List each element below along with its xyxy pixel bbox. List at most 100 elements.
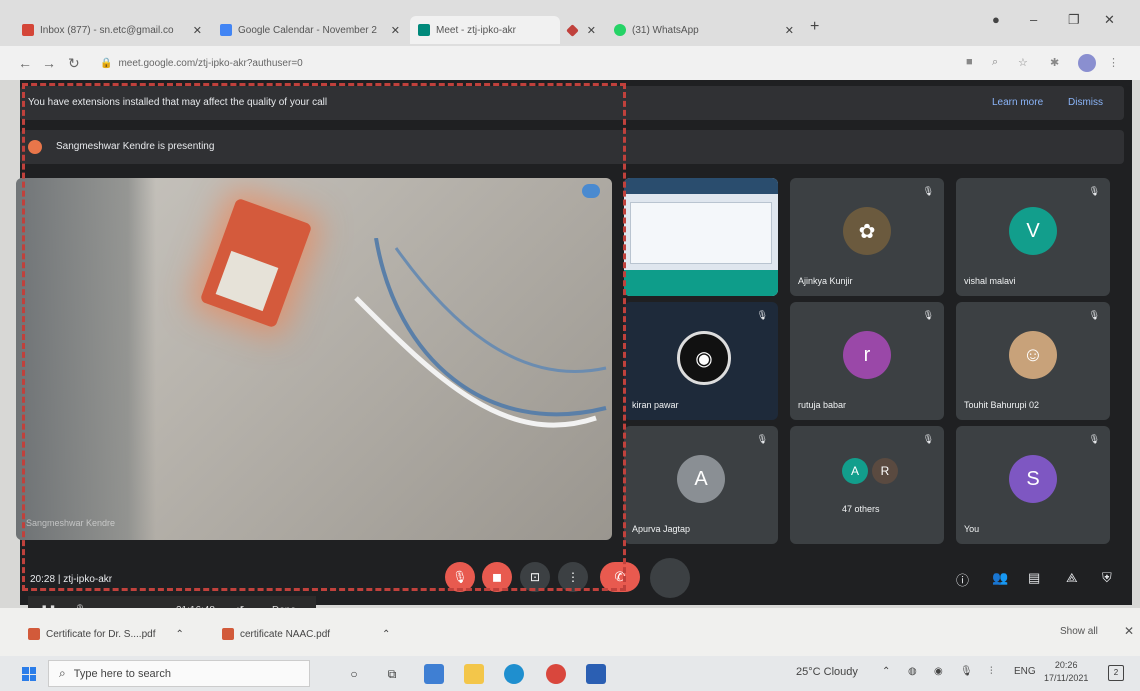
close-downloads-icon[interactable]: ✕ [1124, 624, 1134, 638]
search-placeholder: Type here to search [73, 667, 171, 680]
participant-tile[interactable]: 🎙 A Apurva Jagtap [624, 426, 778, 544]
task-view-icon[interactable]: ⧉ [382, 664, 402, 684]
zoom-icon[interactable]: ⌕ [992, 56, 998, 69]
windows-start-icon[interactable] [22, 667, 36, 681]
video-background [16, 178, 156, 540]
dismiss-button[interactable]: Dismiss [1068, 97, 1103, 108]
participant-tile-screen[interactable] [624, 178, 778, 296]
edge-icon[interactable] [504, 664, 524, 684]
main-video-feed[interactable]: Sangmeshwar Kendre [16, 178, 612, 540]
close-tab-icon[interactable]: ✕ [785, 24, 794, 37]
mic-off-icon: 🎙 [1088, 310, 1100, 320]
meeting-code: ztj-ipko-akr [63, 574, 113, 585]
url-text: meet.google.com/ztj-ipko-akr?authuser=0 [118, 57, 303, 69]
pdf-file-icon [28, 628, 40, 640]
show-all-button[interactable]: Show all [1060, 626, 1098, 637]
learn-more-link[interactable]: Learn more [992, 97, 1043, 108]
download-filename: certificate NAAC.pdf [240, 628, 331, 640]
forward-icon[interactable]: → [42, 55, 56, 71]
reactions-button[interactable] [650, 558, 690, 598]
mic-off-icon: 🎙 [756, 434, 768, 444]
taskbar-search[interactable]: ⌕ Type here to search [48, 660, 310, 687]
pdf-file-icon [222, 628, 234, 640]
word-icon[interactable] [586, 664, 606, 684]
tab-whatsapp[interactable]: (31) WhatsApp ✕ [606, 16, 802, 44]
meet-icon [418, 24, 430, 36]
meeting-info: 20:28 | ztj-ipko-akr [30, 574, 112, 585]
tab-strip: Inbox (877) - sn.etc@gmail.co ✕ Google C… [0, 0, 1140, 46]
cortana-icon[interactable]: ○ [344, 664, 364, 684]
profile-dot-icon[interactable]: ● [992, 12, 1000, 27]
close-window-icon[interactable]: ✕ [1104, 12, 1115, 28]
participant-tile[interactable]: 🎙 ◉ kiran pawar [624, 302, 778, 420]
download-item[interactable]: certificate NAAC.pdf ⌃ [222, 628, 390, 640]
star-icon[interactable]: ☆ [1018, 56, 1028, 69]
clock-date: 17/11/2021 [1044, 673, 1089, 683]
obs-logo-icon: ◉ [677, 331, 731, 385]
participant-tile[interactable]: 🎙 ✿ Ajinkya Kunjir [790, 178, 944, 296]
end-call-button[interactable]: ✆ [600, 562, 640, 592]
more-options-button[interactable]: ⋮ [558, 562, 588, 592]
chevron-up-icon[interactable]: ⌃ [882, 666, 890, 677]
participant-tile[interactable]: 🎙 r rutuja babar [790, 302, 944, 420]
presenting-text: Sangmeshwar Kendre is presenting [56, 141, 215, 152]
chat-icon[interactable]: ▤ [1028, 570, 1040, 586]
mic-toggle-button[interactable]: 🎙 [445, 562, 475, 592]
participant-tile-self[interactable]: 🎙 S You [956, 426, 1110, 544]
new-tab-button[interactable]: + [810, 18, 819, 36]
mic-off-icon: 🎙 [756, 310, 768, 320]
language-indicator[interactable]: ENG [1014, 666, 1036, 677]
mic-off-icon: 🎙 [1088, 186, 1100, 196]
participant-tile-others[interactable]: 🎙 A R 47 others [790, 426, 944, 544]
close-tab-icon[interactable]: ✕ [587, 24, 596, 37]
download-item[interactable]: Certificate for Dr. S....pdf ⌃ [28, 628, 184, 640]
participant-avatar: ☺ [1009, 331, 1057, 379]
clock-time: 20:26 [1054, 660, 1078, 670]
camera-icon[interactable]: ■ [966, 56, 973, 68]
tab-title: Meet - ztj-ipko-akr [436, 24, 517, 36]
notifications-icon[interactable]: 2 [1108, 665, 1124, 681]
chrome-icon[interactable] [546, 664, 566, 684]
chrome-tray-icon[interactable]: ◉ [934, 666, 943, 677]
tab-title: Inbox (877) - sn.etc@gmail.co [40, 24, 174, 36]
reload-icon[interactable]: ↻ [68, 55, 80, 72]
tab-meet[interactable]: Meet - ztj-ipko-akr [410, 16, 560, 44]
minimize-icon[interactable]: – [1030, 12, 1037, 27]
maximize-icon[interactable]: ❐ [1068, 12, 1080, 28]
network-icon[interactable]: ⫶ [990, 666, 993, 677]
profile-avatar[interactable] [1078, 54, 1096, 72]
tab-recording[interactable]: ✕ [560, 16, 604, 44]
calendar-icon [220, 24, 232, 36]
participant-tile[interactable]: 🎙 ☺ Touhit Bahurupi 02 [956, 302, 1110, 420]
close-tab-icon[interactable]: ✕ [391, 24, 400, 37]
mic-tray-icon[interactable]: 🎙 [960, 666, 973, 677]
present-button[interactable]: ⊡ [520, 562, 550, 592]
file-explorer-icon[interactable] [464, 664, 484, 684]
host-controls-icon[interactable]: ⛨ [1102, 570, 1112, 586]
store-icon[interactable] [424, 664, 444, 684]
back-icon[interactable]: ← [18, 55, 32, 71]
mic-off-icon: 🎙 [1088, 434, 1100, 444]
info-icon[interactable]: ⓘ [956, 570, 969, 589]
url-field[interactable]: 🔒 meet.google.com/ztj-ipko-akr?authuser=… [100, 54, 303, 72]
menu-icon[interactable]: ⋮ [1108, 56, 1119, 69]
meet-tray-icon[interactable]: ◍ [908, 666, 917, 677]
tab-gmail[interactable]: Inbox (877) - sn.etc@gmail.co ✕ [14, 16, 210, 44]
people-icon[interactable]: 👥 [992, 570, 1008, 586]
whatsapp-icon [614, 24, 626, 36]
participant-avatar: A [677, 455, 725, 503]
gmail-icon [22, 24, 34, 36]
pip-indicator [582, 184, 600, 198]
participant-tile[interactable]: 🎙 V vishal malavi [956, 178, 1110, 296]
tab-calendar[interactable]: Google Calendar - November 2 ✕ [212, 16, 408, 44]
weather-widget[interactable]: 25°C Cloudy [796, 666, 858, 678]
extensions-icon[interactable]: ✱ [1050, 56, 1059, 69]
chevron-up-icon[interactable]: ⌃ [382, 629, 390, 640]
activities-icon[interactable]: ⟁ [1066, 570, 1078, 586]
camera-toggle-button[interactable]: ◼ [482, 562, 512, 592]
search-icon: ⌕ [59, 666, 66, 680]
close-tab-icon[interactable]: ✕ [193, 24, 202, 37]
mic-off-icon: 🎙 [922, 434, 934, 444]
chevron-up-icon[interactable]: ⌃ [175, 629, 183, 640]
system-clock[interactable]: 20:26 17/11/2021 [1044, 659, 1088, 685]
